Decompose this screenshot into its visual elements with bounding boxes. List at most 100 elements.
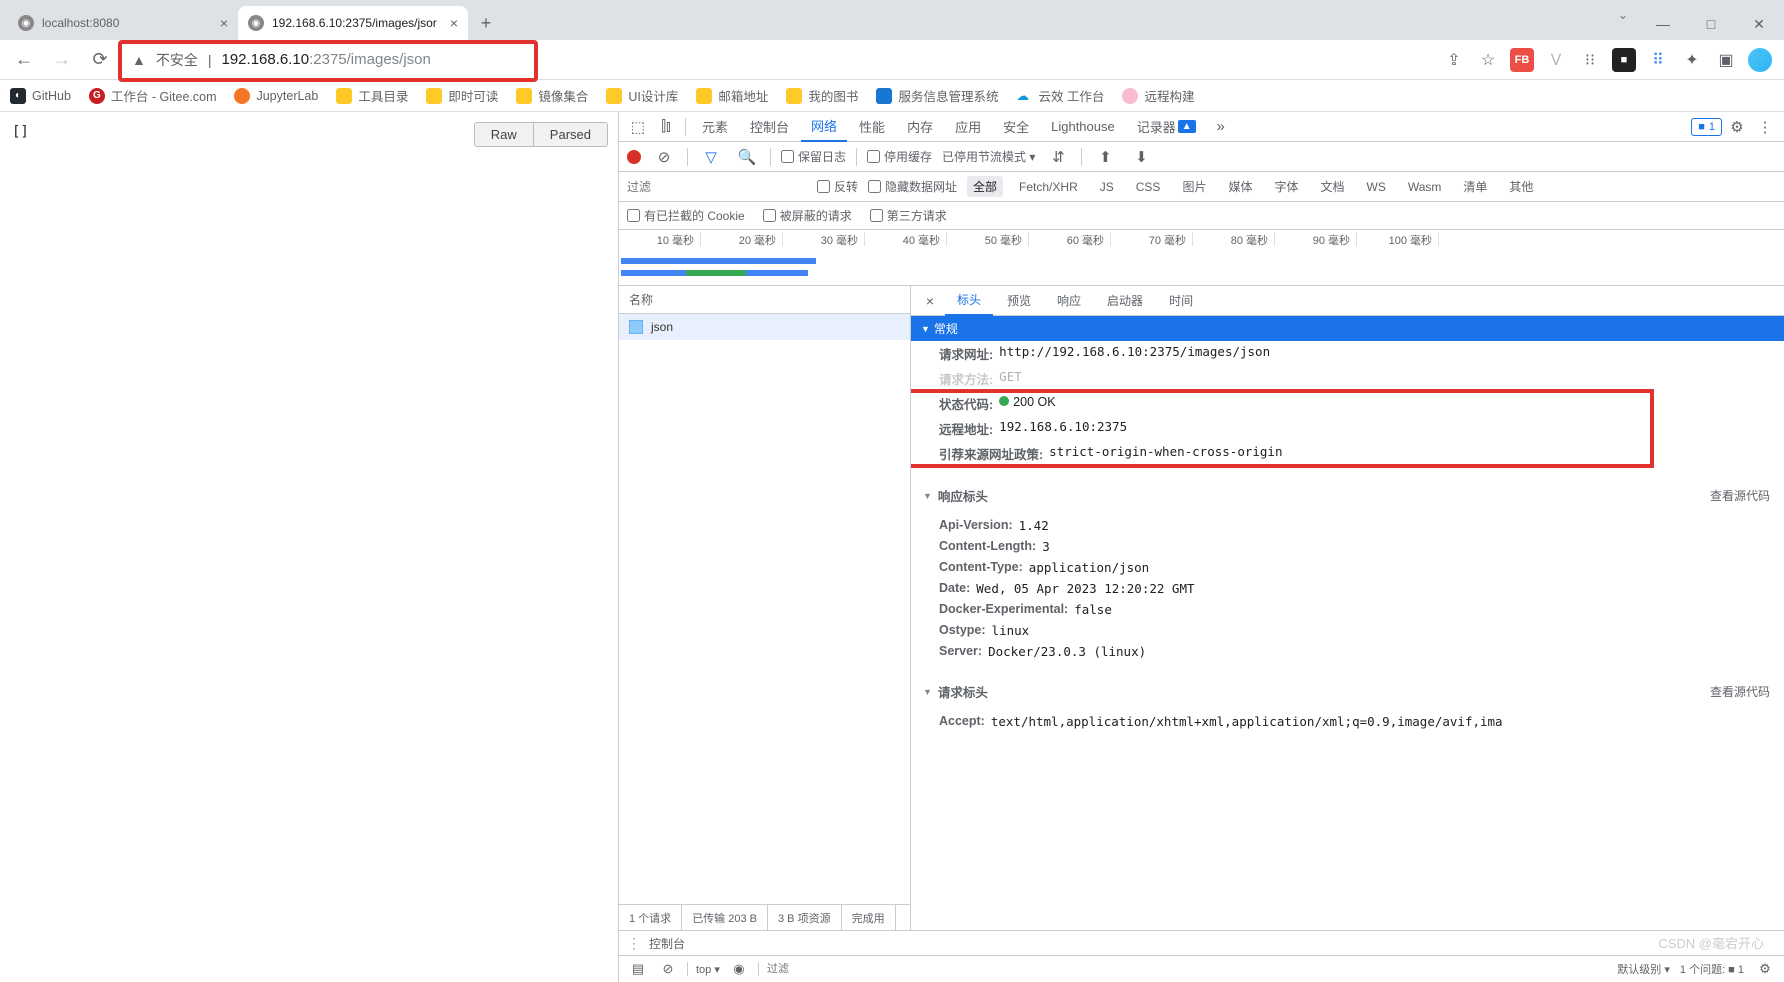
preserve-log-checkbox[interactable]: 保留日志: [781, 148, 846, 165]
filter-chip-css[interactable]: CSS: [1130, 178, 1167, 196]
omnibox[interactable]: ▲ 不安全 | 192.168.6.10:2375/images/json: [122, 45, 1436, 75]
inspect-element-icon[interactable]: ⬚: [625, 114, 651, 140]
hide-data-urls-checkbox[interactable]: 隐藏数据网址: [868, 178, 957, 195]
extensions-puzzle-icon[interactable]: ✦: [1680, 48, 1704, 72]
close-details-button[interactable]: ×: [917, 293, 943, 309]
close-icon[interactable]: ×: [220, 15, 228, 31]
filter-chip-manifest[interactable]: 清单: [1457, 176, 1493, 197]
bookmark-read[interactable]: 即时可读: [426, 86, 498, 105]
live-expression-icon[interactable]: ◉: [728, 956, 750, 982]
download-har-icon[interactable]: ⬇: [1128, 144, 1154, 170]
invert-checkbox[interactable]: 反转: [817, 178, 858, 195]
filter-chip-fetch[interactable]: Fetch/XHR: [1013, 178, 1084, 196]
clear-icon[interactable]: ⊘: [651, 144, 677, 170]
bookmark-gitee[interactable]: G工作台 - Gitee.com: [89, 86, 217, 105]
third-party-checkbox[interactable]: 第三方请求: [870, 207, 947, 224]
parsed-button[interactable]: Parsed: [533, 123, 607, 146]
filter-chip-font[interactable]: 字体: [1268, 176, 1304, 197]
detail-tab-headers[interactable]: 标头: [945, 286, 993, 316]
console-title[interactable]: 控制台: [649, 935, 685, 952]
filter-funnel-icon[interactable]: ▽: [698, 144, 724, 170]
tab-security[interactable]: 安全: [993, 112, 1039, 142]
more-menu-icon[interactable]: ⋮: [1752, 114, 1778, 140]
new-tab-button[interactable]: +: [472, 9, 500, 37]
bookmark-github[interactable]: ◐GitHub: [10, 88, 71, 104]
search-icon[interactable]: 🔍: [734, 144, 760, 170]
filter-input[interactable]: [627, 180, 807, 194]
detail-tab-initiator[interactable]: 启动器: [1095, 286, 1155, 316]
extension-dots-icon[interactable]: ⁝⁝: [1578, 48, 1602, 72]
request-list-header[interactable]: 名称: [619, 286, 910, 314]
view-source-link[interactable]: 查看源代码: [1710, 683, 1784, 700]
tab-application[interactable]: 应用: [945, 112, 991, 142]
settings-gear-icon[interactable]: ⚙: [1724, 114, 1750, 140]
filter-chip-wasm[interactable]: Wasm: [1402, 178, 1448, 196]
tab-elements[interactable]: 元素: [692, 112, 738, 142]
request-item-json[interactable]: json: [619, 314, 910, 340]
upload-har-icon[interactable]: ⬆: [1092, 144, 1118, 170]
bookmark-mirror[interactable]: 镜像集合: [516, 86, 588, 105]
side-panel-icon[interactable]: ▣: [1714, 48, 1738, 72]
disable-cache-checkbox[interactable]: 停用缓存: [867, 148, 932, 165]
filter-chip-js[interactable]: JS: [1094, 178, 1120, 196]
close-window-button[interactable]: ✕: [1736, 8, 1782, 40]
section-general[interactable]: ▼常规: [911, 316, 1784, 341]
console-filter-input[interactable]: [767, 963, 967, 975]
network-timeline[interactable]: 10 毫秒 20 毫秒 30 毫秒 40 毫秒 50 毫秒 60 毫秒 70 毫…: [619, 230, 1784, 286]
bookmark-tools[interactable]: 工具目录: [336, 86, 408, 105]
browser-tab-active[interactable]: ◉ 192.168.6.10:2375/images/jsor ×: [238, 6, 468, 40]
section-request-headers[interactable]: ▼请求标头 查看源代码: [911, 672, 1784, 711]
blocked-cookies-checkbox[interactable]: 有已拦截的 Cookie: [627, 207, 745, 224]
bookmark-ui[interactable]: UI设计库: [606, 86, 678, 105]
tab-recorder[interactable]: 记录器▲: [1127, 112, 1206, 142]
more-tabs-icon[interactable]: »: [1208, 114, 1234, 140]
bookmark-jupyterlab[interactable]: JupyterLab: [234, 88, 318, 104]
maximize-button[interactable]: □: [1688, 8, 1734, 40]
tab-network[interactable]: 网络: [801, 112, 847, 142]
device-toggle-icon[interactable]: ⫿⫾: [653, 114, 679, 140]
share-icon[interactable]: ⇪: [1442, 48, 1466, 72]
bookmark-build[interactable]: 远程构建: [1122, 86, 1194, 105]
close-icon[interactable]: ×: [450, 15, 458, 31]
reload-button[interactable]: ⟳: [84, 44, 116, 76]
clear-console-icon[interactable]: ⊘: [657, 956, 679, 982]
tab-console[interactable]: 控制台: [740, 112, 799, 142]
raw-button[interactable]: Raw: [475, 123, 533, 146]
filter-chip-doc[interactable]: 文档: [1314, 176, 1350, 197]
bookmark-mail[interactable]: 邮箱地址: [696, 86, 768, 105]
throttling-select[interactable]: 已停用节流模式 ▾: [942, 148, 1035, 165]
network-conditions-icon[interactable]: ⇵: [1045, 144, 1071, 170]
bookmark-cloud[interactable]: ☁云效 工作台: [1016, 86, 1104, 105]
detail-tab-response[interactable]: 响应: [1045, 286, 1093, 316]
record-button[interactable]: [627, 150, 641, 164]
chevron-down-icon[interactable]: ˇ: [1608, 8, 1638, 40]
console-settings-icon[interactable]: ⚙: [1754, 956, 1776, 982]
filter-chip-other[interactable]: 其他: [1503, 176, 1539, 197]
minimize-button[interactable]: —: [1640, 8, 1686, 40]
drag-handle-icon[interactable]: ⋮: [627, 935, 641, 952]
console-sidebar-icon[interactable]: ▤: [627, 956, 649, 982]
translate-icon[interactable]: ⠿: [1646, 48, 1670, 72]
extension-v-icon[interactable]: Ⅴ: [1544, 48, 1568, 72]
view-source-link[interactable]: 查看源代码: [1710, 487, 1784, 504]
log-level-select[interactable]: 默认级别 ▾: [1617, 961, 1670, 977]
browser-tab-inactive[interactable]: ◉ localhost:8080 ×: [8, 6, 238, 40]
filter-chip-media[interactable]: 媒体: [1222, 176, 1258, 197]
filter-chip-ws[interactable]: WS: [1361, 178, 1392, 196]
tab-performance[interactable]: 性能: [849, 112, 895, 142]
bookmark-service[interactable]: 服务信息管理系统: [876, 86, 998, 105]
tab-memory[interactable]: 内存: [897, 112, 943, 142]
console-context-select[interactable]: top ▾: [696, 963, 720, 976]
detail-tab-preview[interactable]: 预览: [995, 286, 1043, 316]
filter-chip-img[interactable]: 图片: [1176, 176, 1212, 197]
tab-lighthouse[interactable]: Lighthouse: [1041, 112, 1125, 142]
blocked-requests-checkbox[interactable]: 被屏蔽的请求: [763, 207, 852, 224]
bookmark-star-icon[interactable]: ☆: [1476, 48, 1500, 72]
issues-badge[interactable]: ■ 1: [1691, 118, 1722, 136]
console-issues-link[interactable]: 1 个问题: ■ 1: [1680, 961, 1744, 977]
section-response-headers[interactable]: ▼响应标头 查看源代码: [911, 476, 1784, 515]
extension-fb-icon[interactable]: FB: [1510, 48, 1534, 72]
detail-tab-timing[interactable]: 时间: [1157, 286, 1205, 316]
extension-black-icon[interactable]: ■: [1612, 48, 1636, 72]
bookmark-books[interactable]: 我的图书: [786, 86, 858, 105]
